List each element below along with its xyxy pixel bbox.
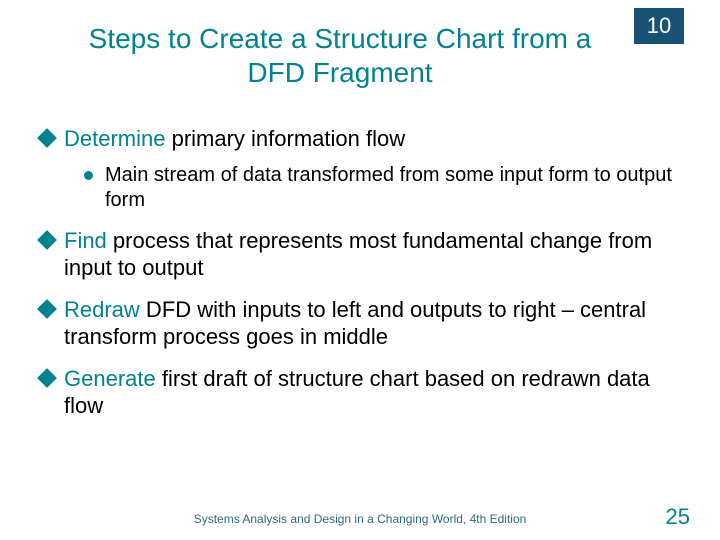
diamond-icon <box>37 230 57 250</box>
bullet-level1: Redraw DFD with inputs to left and outpu… <box>40 296 680 351</box>
bullet-level1: Find process that represents most fundam… <box>40 227 680 282</box>
diamond-icon <box>37 299 57 319</box>
bullet-lead: Generate <box>64 366 156 391</box>
bullet-text: Main stream of data transformed from som… <box>105 163 680 213</box>
bullet-text: Generate first draft of structure chart … <box>64 365 680 420</box>
bullet-text: Redraw DFD with inputs to left and outpu… <box>64 296 680 351</box>
page-number: 25 <box>666 504 690 530</box>
bullet-text: Determine primary information flow <box>64 125 680 153</box>
bullet-lead: Find <box>64 228 107 253</box>
bullet-level2: Main stream of data transformed from som… <box>84 163 680 213</box>
bullet-text: Find process that represents most fundam… <box>64 227 680 282</box>
footer-text: Systems Analysis and Design in a Changin… <box>0 512 720 526</box>
slide-title: Steps to Create a Structure Chart from a… <box>0 0 720 99</box>
bullet-rest: DFD with inputs to left and outputs to r… <box>64 297 646 350</box>
dot-icon <box>84 171 93 180</box>
slide-content: Determine primary information flow Main … <box>0 99 720 420</box>
diamond-icon <box>37 128 57 148</box>
diamond-icon <box>37 368 57 388</box>
bullet-rest: process that represents most fundamental… <box>64 228 652 281</box>
bullet-level1: Generate first draft of structure chart … <box>40 365 680 420</box>
chapter-badge: 10 <box>634 8 684 44</box>
bullet-lead: Redraw <box>64 297 140 322</box>
bullet-level1: Determine primary information flow <box>40 125 680 153</box>
bullet-rest: primary information flow <box>165 126 405 151</box>
bullet-lead: Determine <box>64 126 165 151</box>
